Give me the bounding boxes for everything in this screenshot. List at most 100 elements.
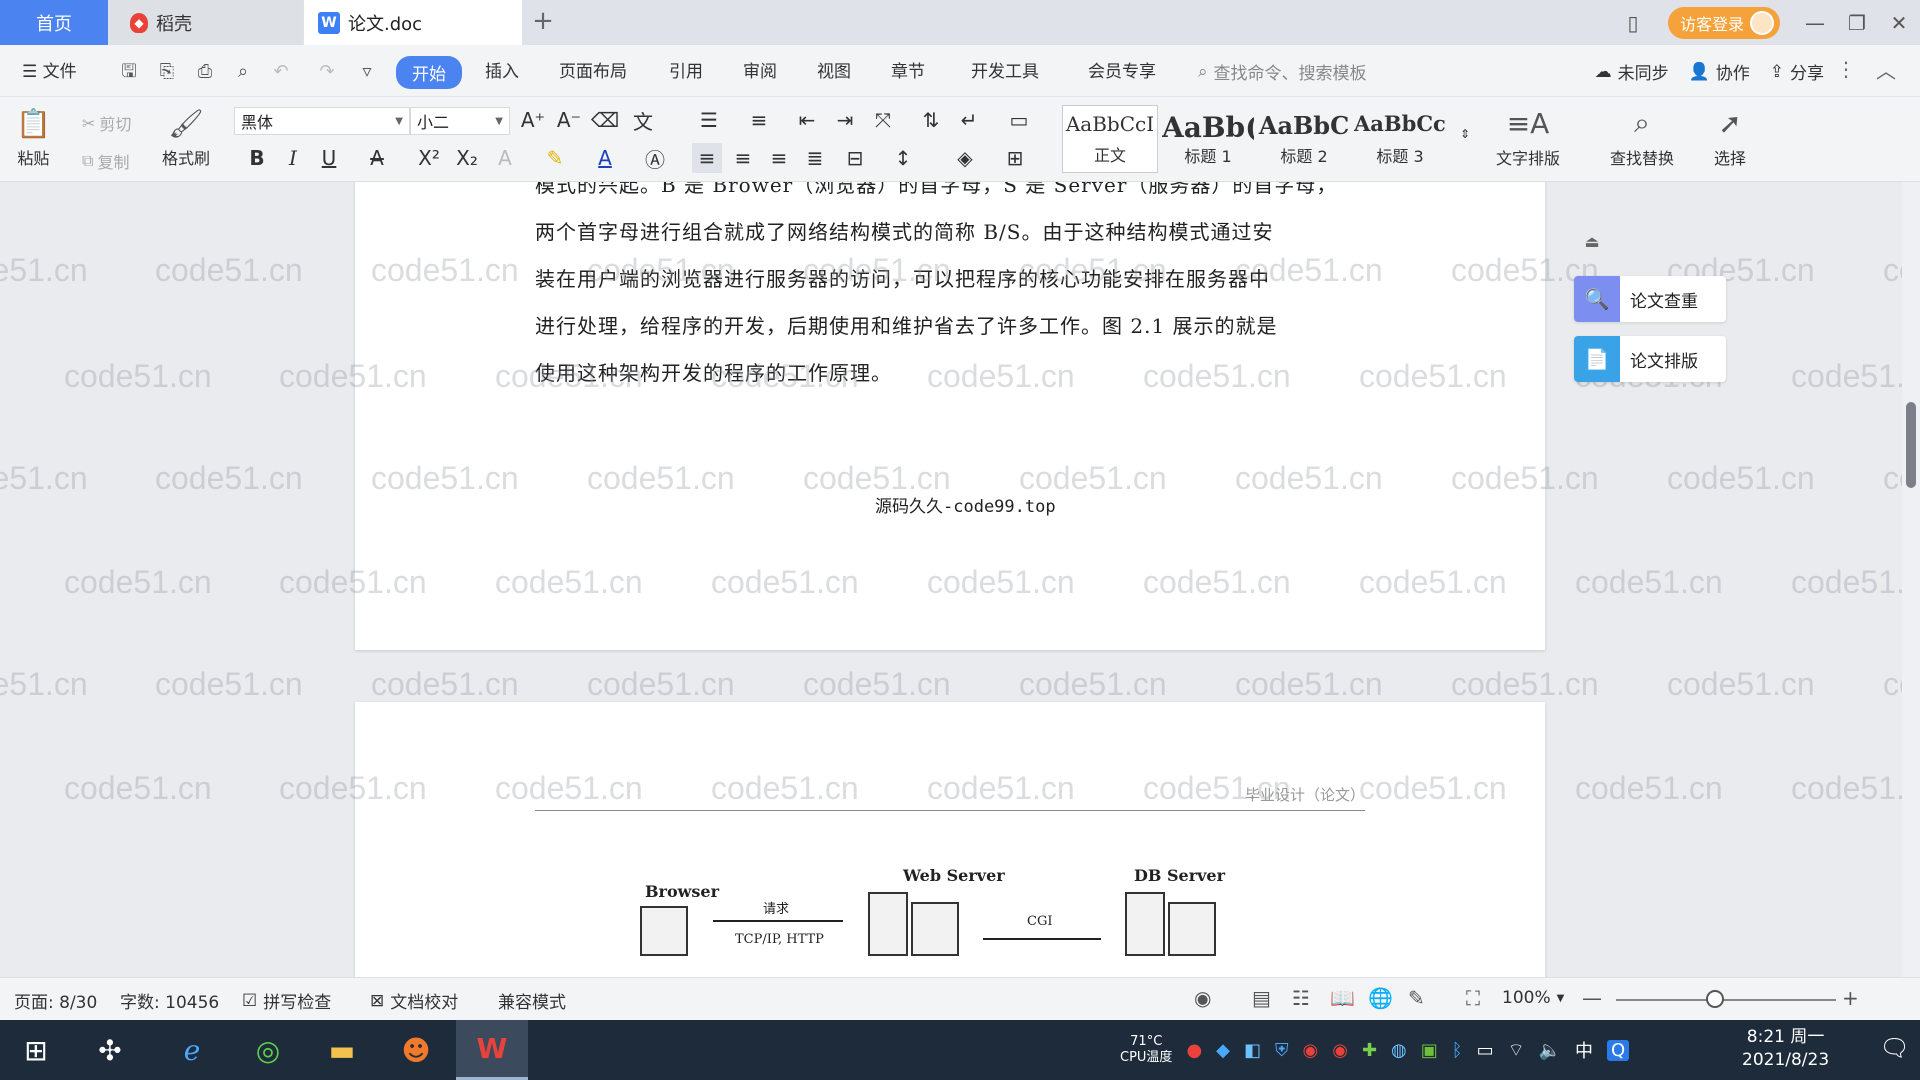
strikethrough-icon[interactable]: A [362,143,392,173]
share-button[interactable]: ⇪ 分享 [1770,59,1824,85]
borders-icon[interactable]: ⊞ [1000,143,1030,173]
browser-360-icon[interactable]: ◎ [232,1020,304,1080]
tray-app-icon[interactable]: ◆ [1216,1040,1230,1061]
wifi-icon[interactable]: ⌔ [1508,1039,1525,1062]
more-icon[interactable]: ⋮ [1836,57,1856,81]
menu-tab-developer[interactable]: 开发工具 [971,57,1039,82]
zoom-out-icon[interactable]: — [1582,986,1602,1010]
format-painter-button[interactable]: 🖌 格式刷 [162,105,210,169]
undo-icon[interactable]: ↶ [270,61,292,83]
numbered-list-icon[interactable]: ≡ [744,105,774,135]
paper-layout-button[interactable]: 📄 论文排版 [1574,336,1726,382]
align-right-icon[interactable]: ≡ [764,143,794,173]
select-button[interactable]: ➚ 选择 [1714,105,1746,169]
word-count[interactable]: 字数: 10456 [120,988,219,1013]
shield-icon[interactable]: ⛨ [1275,1040,1289,1061]
close-icon[interactable]: ✕ [1878,0,1920,45]
cpu-temp-widget[interactable]: 71°C CPU温度 [1120,1034,1172,1066]
bullet-list-icon[interactable]: ☰ [694,105,724,135]
document-page[interactable]: 毕业设计（论文） Browser Web Server DB Server 请求… [355,702,1545,977]
decrease-indent-icon[interactable]: ⇤ [792,105,822,135]
menu-tab-view[interactable]: 视图 [817,57,851,82]
pinwheel-app-icon[interactable]: ✣ [74,1020,146,1080]
tray-app-icon[interactable]: ✚ [1362,1040,1377,1061]
style-normal[interactable]: AaBbCcI 正文 [1062,105,1158,173]
style-heading-3[interactable]: AaBbCcI 标题 3 [1352,105,1448,173]
collapse-ribbon-icon[interactable]: ︿ [1876,55,1896,84]
line-break-icon[interactable]: ↵ [954,105,984,135]
menu-tab-insert[interactable]: 插入 [485,57,519,82]
align-center-icon[interactable]: ≡ [728,143,758,173]
menu-tab-page-layout[interactable]: 页面布局 [559,57,627,82]
guest-login-button[interactable]: 访客登录 [1667,6,1780,39]
taskbar-clock[interactable]: 8:21 周一 2021/8/23 [1742,1026,1829,1072]
tab-document[interactable]: W 论文.doc [304,0,522,45]
zoom-slider-knob[interactable] [1706,990,1724,1008]
text-direction-icon[interactable]: ⤧ [868,105,898,135]
text-layout-button[interactable]: ≡A 文字排版 [1496,105,1560,169]
paper-check-button[interactable]: 🔍 论文查重 [1574,276,1726,322]
menu-tab-member[interactable]: 会员专享 [1088,57,1156,82]
copy-button[interactable]: ⧉ 复制 [82,149,129,173]
collapse-panel-icon[interactable]: ⏏ [1580,232,1604,256]
zoom-in-icon[interactable]: + [1842,986,1859,1010]
reading-view-icon[interactable]: 📖 [1330,986,1355,1010]
proofread-button[interactable]: ⊠ 文档校对 [370,988,458,1014]
tab-home[interactable]: 首页 [0,0,108,45]
line-spacing-icon[interactable]: ↕ [888,143,918,173]
find-replace-button[interactable]: ⌕ 查找替换 [1610,105,1674,169]
vertical-scrollbar[interactable] [1902,182,1920,977]
collab-button[interactable]: 👤 协作 [1689,59,1750,85]
increase-font-icon[interactable]: A⁺ [518,105,548,135]
menu-tab-references[interactable]: 引用 [669,57,703,82]
tab-docer[interactable]: ◆ 稻壳 [110,0,302,45]
notification-icon[interactable]: 🗨 [1880,1034,1910,1062]
tray-app-icon[interactable]: ◉ [1303,1040,1319,1061]
media-player-icon[interactable]: ☻ [380,1020,452,1080]
menu-tab-review[interactable]: 审阅 [743,57,777,82]
restore-icon[interactable]: ❐ [1836,0,1878,45]
increase-indent-icon[interactable]: ⇥ [830,105,860,135]
highlight-icon[interactable]: ✎ [540,143,570,173]
bluetooth-icon[interactable]: ᛒ [1452,1040,1463,1061]
ie-browser-icon[interactable]: ℯ [156,1020,228,1080]
page-indicator[interactable]: 页面: 8/30 [14,988,97,1013]
print-preview-icon[interactable]: ⌕ [232,61,254,83]
command-search[interactable]: ⌕ 查找命令、搜索模板 [1198,59,1367,85]
tray-app-icon[interactable]: ◉ [1332,1040,1348,1061]
gpu-icon[interactable]: ▣ [1421,1040,1438,1061]
cut-button[interactable]: ✂ 剪切 [82,111,131,135]
distribute-icon[interactable]: ⊟ [840,143,870,173]
font-name-select[interactable]: 黑体 ▼ [234,107,410,135]
tray-app-icon[interactable]: ◍ [1391,1040,1407,1061]
scrollbar-thumb[interactable] [1906,402,1916,488]
char-border-icon[interactable]: Ⓐ [640,143,670,173]
outline-view-icon[interactable]: ☷ [1292,986,1310,1010]
shading-icon[interactable]: ◈ [950,143,980,173]
qq-icon[interactable]: Q [1606,1039,1630,1061]
subscript-icon[interactable]: X₂ [452,143,482,173]
print-icon[interactable]: ⎙ [194,61,216,83]
justify-icon[interactable]: ≣ [800,143,830,173]
windows-start-icon[interactable]: ⊞ [0,1020,72,1080]
bold-icon[interactable]: B [242,143,272,173]
superscript-icon[interactable]: X² [414,143,444,173]
file-menu[interactable]: ☰ 文件 [22,57,77,82]
sort-icon[interactable]: ⇅ [916,105,946,135]
fit-page-icon[interactable]: ⛶ [1466,986,1480,1010]
phonetic-guide-icon[interactable]: 文 [628,105,658,135]
underline-icon[interactable]: U [314,143,344,173]
text-effect-icon[interactable]: A [490,143,520,173]
clear-format-icon[interactable]: ⌫ [590,105,620,135]
zoom-slider[interactable] [1616,999,1836,1001]
battery-icon[interactable]: ▭ [1477,1040,1494,1061]
menu-tab-start[interactable]: 开始 [396,56,462,89]
file-explorer-icon[interactable]: ▬ [306,1020,378,1080]
decrease-font-icon[interactable]: A⁻ [554,105,584,135]
style-heading-2[interactable]: AaBbC 标题 2 [1256,105,1352,173]
layout-switch-icon[interactable]: ▯ [1612,0,1654,45]
ime-indicator[interactable]: 中 [1575,1037,1593,1063]
menu-tab-chapter[interactable]: 章节 [891,57,925,82]
page-view-icon[interactable]: ▤ [1252,986,1271,1010]
minimize-icon[interactable]: — [1794,0,1836,45]
